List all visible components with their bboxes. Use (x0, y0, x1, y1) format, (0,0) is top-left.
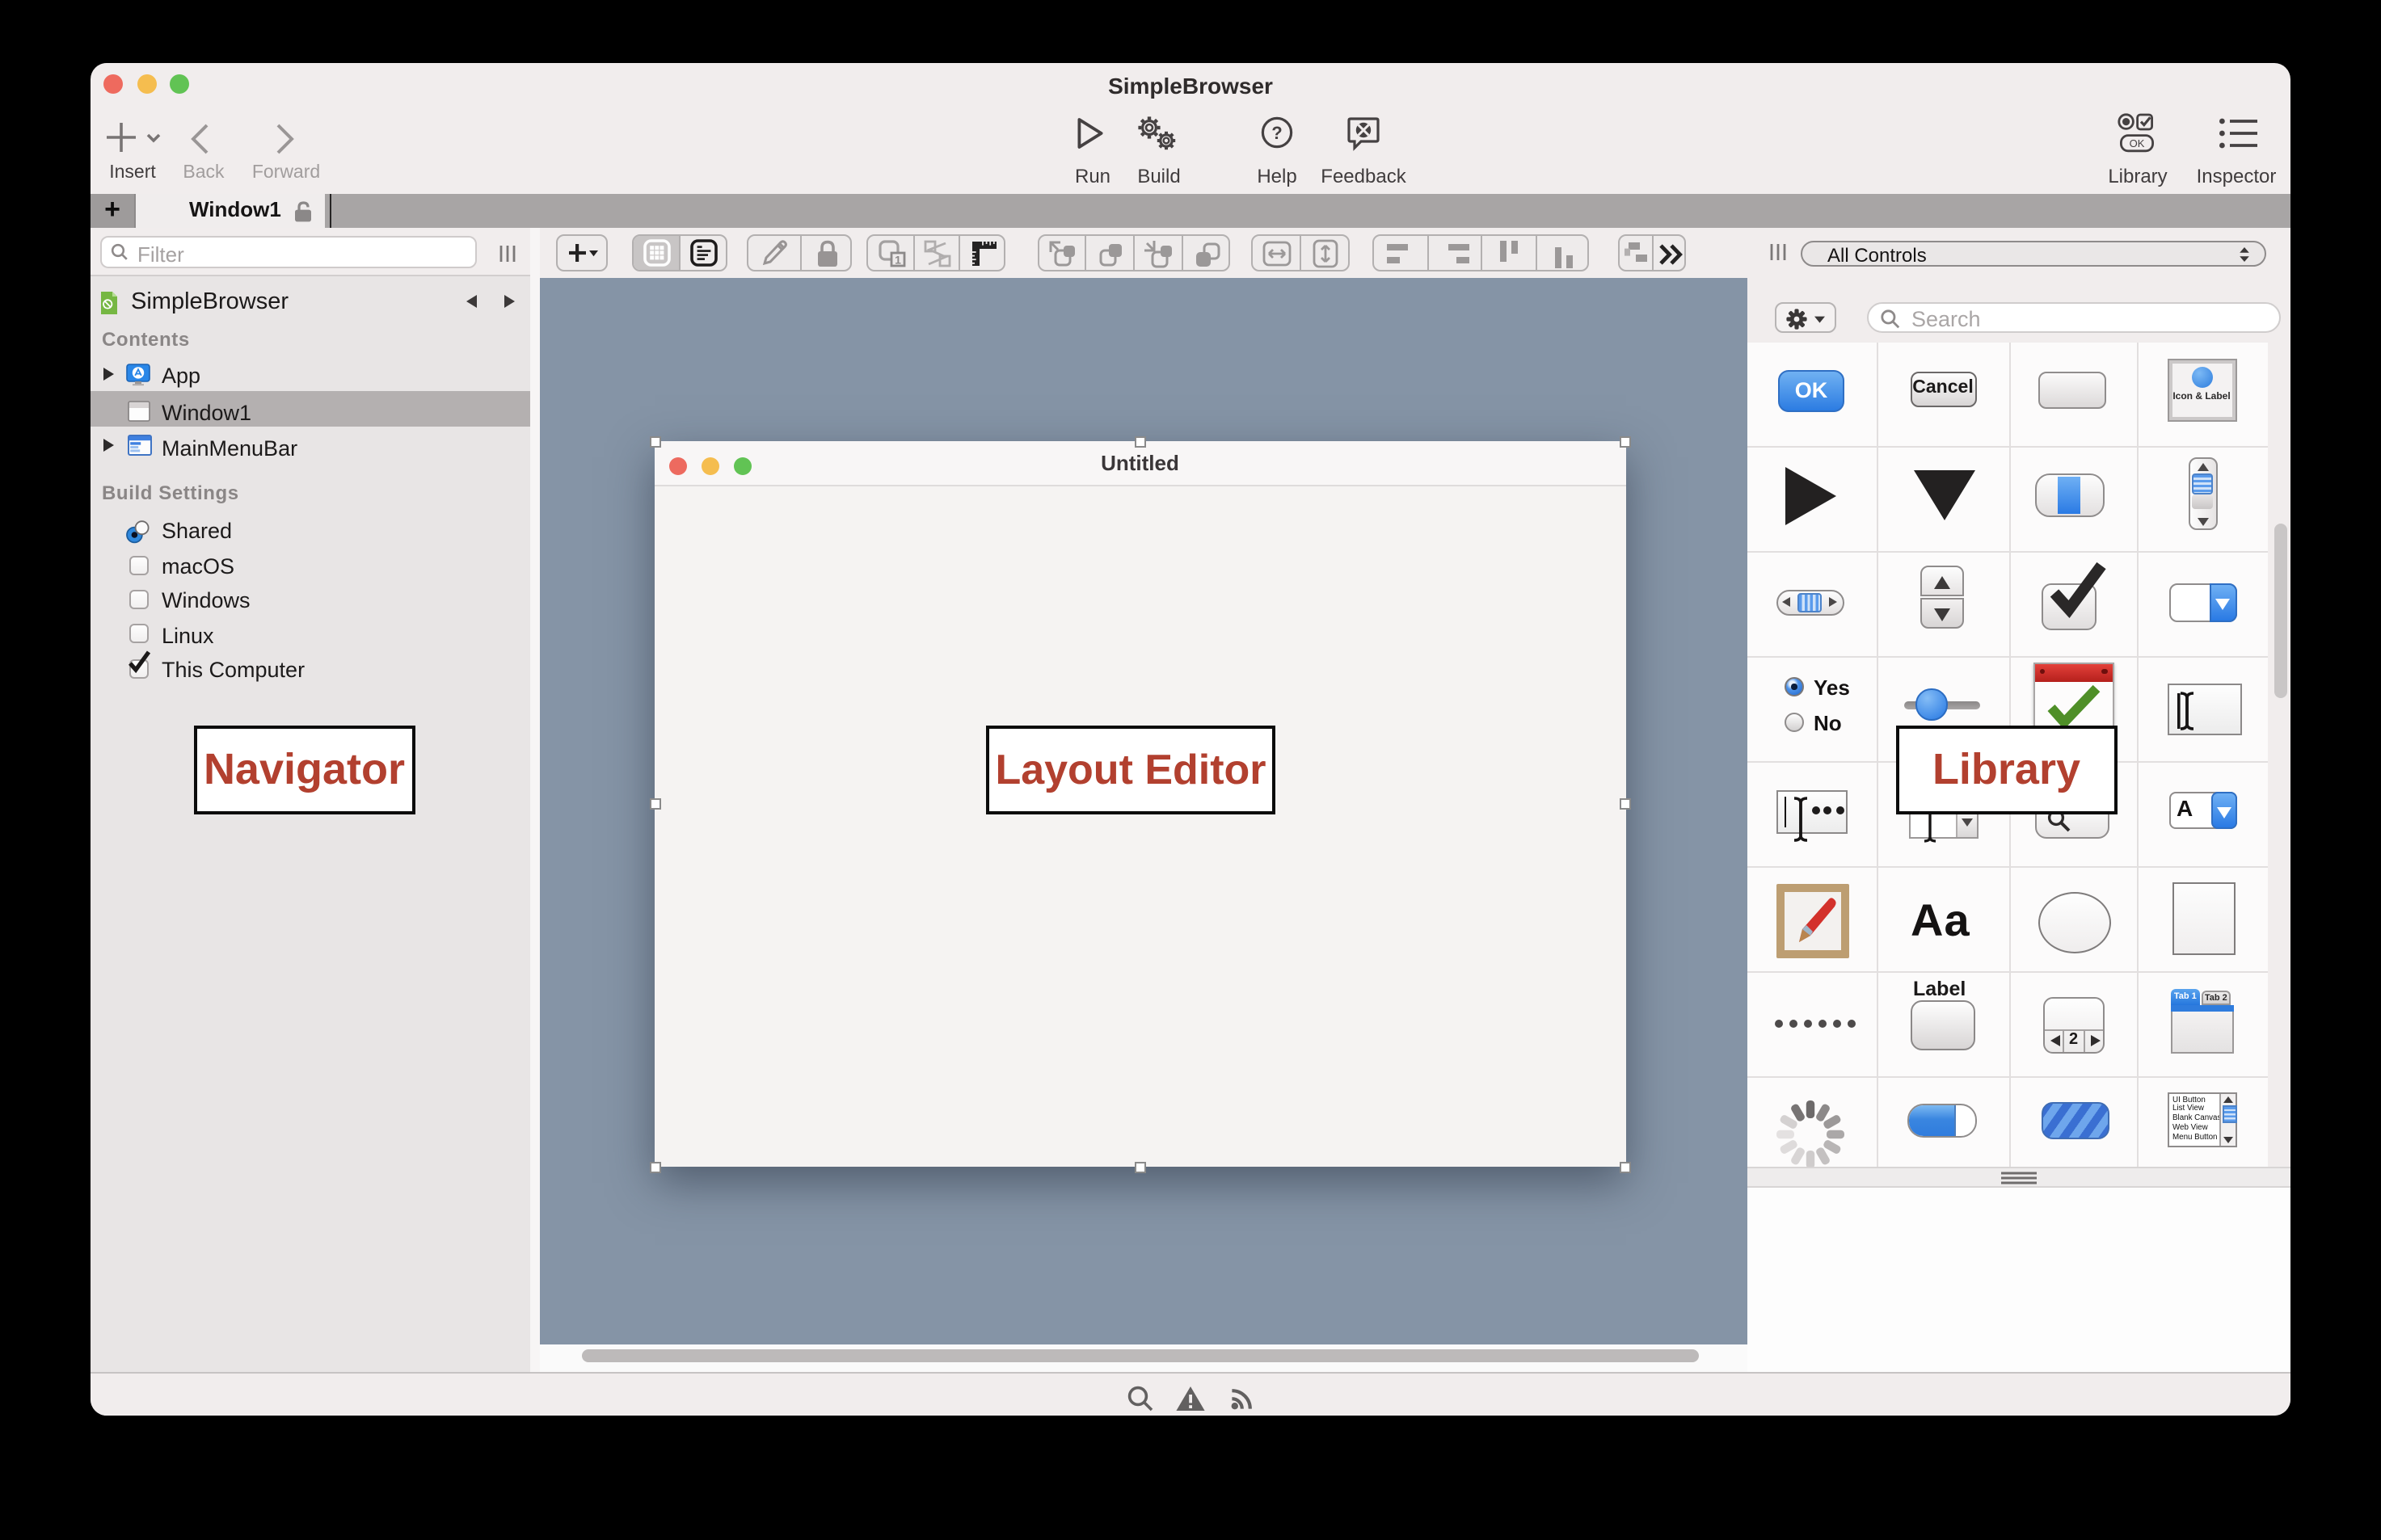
svg-text:?: ? (1271, 123, 1282, 143)
svg-text:OK: OK (2130, 137, 2145, 149)
svg-text:1: 1 (894, 254, 900, 267)
